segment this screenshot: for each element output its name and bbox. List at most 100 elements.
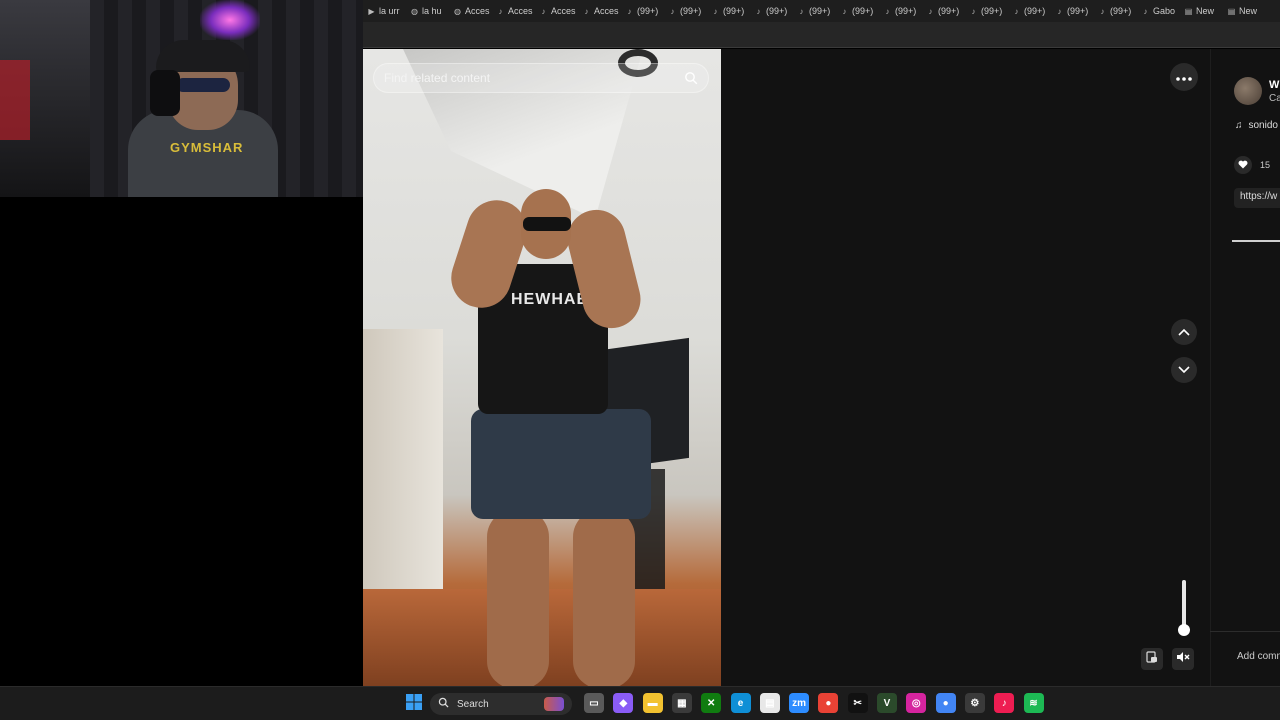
page-icon: ▤ xyxy=(1184,6,1193,16)
previous-video-button[interactable] xyxy=(1171,319,1197,345)
webcam-neon-sign xyxy=(200,0,260,40)
settings-icon[interactable]: ⚙ xyxy=(964,693,985,713)
tiktok-icon: ♪ xyxy=(971,6,976,16)
browser-tab[interactable]: ♪ (99+) xyxy=(1008,0,1051,22)
task-view-icon[interactable]: ▭ xyxy=(584,693,604,713)
browser-tab-label: (99+) xyxy=(809,6,831,16)
edge-icon[interactable]: e xyxy=(730,693,751,713)
comment-divider xyxy=(1210,631,1280,632)
browser-tab[interactable]: ♪ (99+) xyxy=(664,0,707,22)
tiktok-icon[interactable]: ♪ xyxy=(994,693,1015,713)
spotify-icon[interactable]: ≋ xyxy=(1023,693,1044,713)
browser-tab[interactable]: ▶ la urr xyxy=(363,0,406,22)
copy-link-field[interactable]: https://w xyxy=(1234,188,1280,208)
find-related-placeholder[interactable]: Find related content xyxy=(384,71,684,85)
mute-button[interactable] xyxy=(1172,648,1194,670)
add-comment-input[interactable]: Add comm xyxy=(1237,651,1280,662)
tiktok-icon: ♪ xyxy=(498,6,503,16)
browser-tab-label: la hu xyxy=(422,6,442,16)
browser-tab[interactable]: ♪ Acces xyxy=(492,0,535,22)
like-count: 15 xyxy=(1260,160,1271,170)
browser-tab[interactable]: ♪ (99+) xyxy=(621,0,664,22)
copilot-icon[interactable]: ◆ xyxy=(613,693,634,713)
browser-tab[interactable]: ♪ (99+) xyxy=(836,0,879,22)
browser-tab[interactable]: ♪ (99+) xyxy=(1094,0,1137,22)
video-dancer-sunglasses xyxy=(523,217,571,231)
browser-tab-label: New xyxy=(1239,6,1258,16)
browser-tab[interactable]: ◍ Acces xyxy=(449,0,492,22)
volume-slider-fill xyxy=(1182,580,1186,630)
browser-tab-label: (99+) xyxy=(637,6,659,16)
chrome-alt-icon[interactable]: ● xyxy=(935,693,956,713)
video-info-panel xyxy=(1210,49,1280,686)
capcut-icon[interactable]: ✂ xyxy=(847,693,868,713)
browser-tab[interactable]: ♪ Acces xyxy=(578,0,621,22)
windows-taskbar xyxy=(0,686,1280,720)
browser-tab-label: (99+) xyxy=(723,6,745,16)
webcam-streamer: GYMSHAR xyxy=(128,40,278,197)
globe-icon: ◍ xyxy=(411,6,418,16)
video-icon: ▶ xyxy=(368,6,375,16)
next-video-button[interactable] xyxy=(1171,357,1197,383)
tiktok-icon: ♪ xyxy=(670,6,675,16)
more-options-button[interactable] xyxy=(1170,63,1198,91)
picture-in-picture-button[interactable] xyxy=(1141,648,1163,670)
video-player[interactable]: HEWHAE xyxy=(363,49,721,686)
zoom-icon[interactable]: zm xyxy=(789,693,810,713)
browser-tab[interactable]: ♪ (99+) xyxy=(750,0,793,22)
tiktok-icon: ♪ xyxy=(584,6,589,16)
tiktok-icon: ♪ xyxy=(1014,6,1019,16)
browser-tab[interactable]: ▤ New xyxy=(1223,0,1266,22)
tiktok-icon: ♪ xyxy=(885,6,890,16)
webcam-microphone xyxy=(150,70,180,116)
browser-tab[interactable]: ♪ (99+) xyxy=(965,0,1008,22)
music-credit[interactable]: ♫ sonido xyxy=(1235,120,1278,131)
browser-tab-label: (99+) xyxy=(680,6,702,16)
browser-tab[interactable]: ♪ (99+) xyxy=(1051,0,1094,22)
find-related-search[interactable]: Find related content xyxy=(373,63,709,93)
xbox-icon[interactable]: ✕ xyxy=(701,693,722,713)
tiktok-icon: ♪ xyxy=(799,6,804,16)
browser-tab[interactable]: ▤ New xyxy=(1180,0,1223,22)
instagram-icon[interactable]: ◎ xyxy=(906,693,927,713)
start-button[interactable] xyxy=(404,693,424,713)
vegas-icon[interactable]: V xyxy=(877,693,897,713)
video-dancer-leg-right xyxy=(573,509,635,686)
chrome-icon[interactable]: ● xyxy=(818,693,839,713)
browser-tab[interactable]: ♪ (99+) xyxy=(879,0,922,22)
video-dancer-leg-left xyxy=(487,509,549,686)
browser-toolbar xyxy=(363,22,1280,48)
browser-tab[interactable]: ♪ (99+) xyxy=(793,0,836,22)
video-shirt-text: HEWHAE xyxy=(511,291,589,308)
webcam-shirt-text: GYMSHAR xyxy=(170,140,244,155)
browser-tab[interactable]: ♪ Acces xyxy=(535,0,578,22)
search-highlight-icon xyxy=(544,697,564,711)
browser-tab[interactable]: ◍ la hu xyxy=(406,0,449,22)
browser-tab-strip: ▶ la urr ◍ la hu ◍ Acces ♪ Acces ♪ Acces ♪ Acces ♪ (9… xyxy=(363,0,1280,22)
browser-tab[interactable]: ♪ (99+) xyxy=(922,0,965,22)
ellipsis-icon xyxy=(1176,68,1192,86)
volume-slider-knob[interactable] xyxy=(1178,624,1190,636)
browser-tab-label: Acces xyxy=(594,6,619,16)
avatar[interactable] xyxy=(1234,77,1262,105)
browser-tab[interactable]: ♪ Gabo xyxy=(1137,0,1180,22)
creator-username[interactable]: W xyxy=(1269,79,1279,91)
browser-tab-label: (99+) xyxy=(938,6,960,16)
like-button[interactable] xyxy=(1234,156,1252,174)
taskbar-search-label: Search xyxy=(457,698,489,710)
tiktok-icon: ♪ xyxy=(842,6,847,16)
search-icon[interactable] xyxy=(684,71,698,85)
tiktok-icon: ♪ xyxy=(928,6,933,16)
browser-tab-label: (99+) xyxy=(1067,6,1089,16)
browser-tab[interactable]: ♪ (99+) xyxy=(707,0,750,22)
taskbar-search[interactable]: Search xyxy=(430,693,572,715)
webcam-streamer-sunglasses xyxy=(176,78,230,92)
browser-tab-label: (99+) xyxy=(1110,6,1132,16)
heart-icon xyxy=(1238,156,1248,174)
tiktok-icon: ♪ xyxy=(541,6,546,16)
notepad-icon[interactable]: ▤ xyxy=(759,693,780,713)
file-explorer-icon[interactable]: ▬ xyxy=(642,693,663,713)
like-control[interactable]: 15 xyxy=(1234,156,1270,174)
tiktok-icon: ♪ xyxy=(1057,6,1062,16)
store-icon[interactable]: ▦ xyxy=(671,693,692,713)
